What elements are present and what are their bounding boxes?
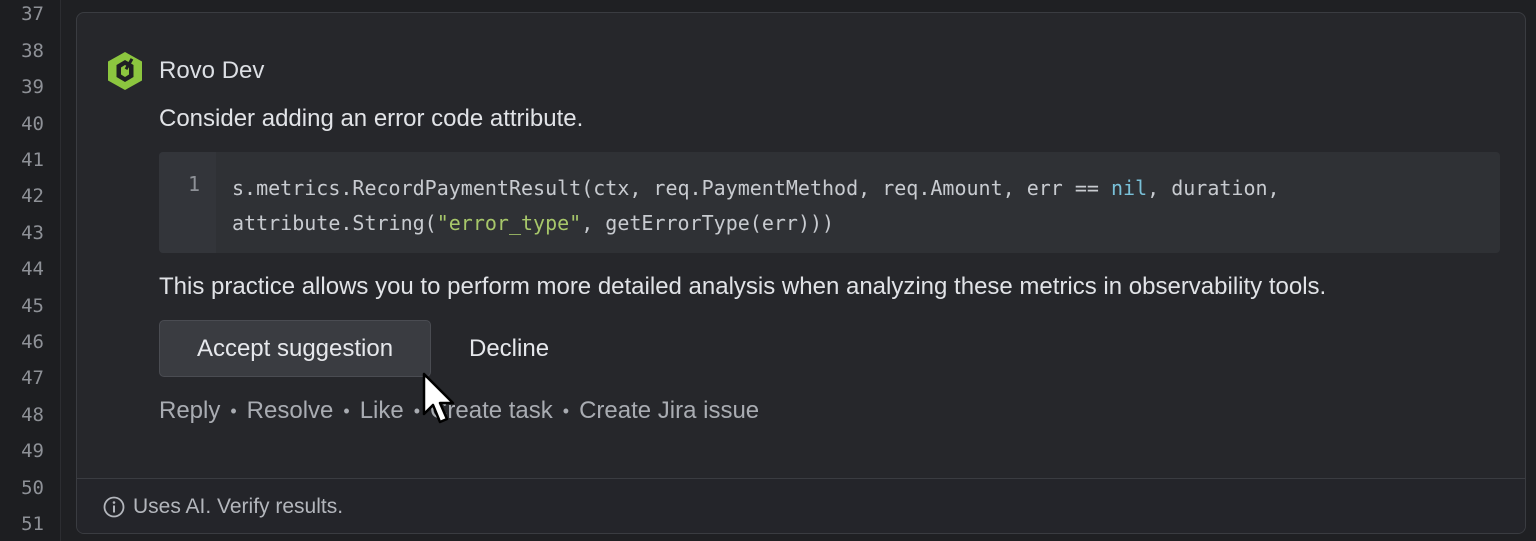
line-number-gutter: 37 38 39 40 41 42 43 44 45 46 47 48 49 5…	[0, 0, 61, 541]
line-number: 45	[21, 295, 44, 317]
comment-header: Rovo Dev	[105, 51, 264, 91]
code-text: , getErrorType(err)))	[581, 211, 835, 235]
decline-button[interactable]: Decline	[455, 320, 563, 377]
accept-suggestion-button[interactable]: Accept suggestion	[159, 320, 431, 377]
info-icon	[103, 496, 125, 518]
code-content: s.metrics.RecordPaymentResult(ctx, req.P…	[232, 171, 1280, 241]
action-separator: •	[413, 400, 421, 421]
line-number: 51	[21, 513, 44, 535]
author-name: Rovo Dev	[159, 57, 265, 84]
code-suggestion-block: 1 s.metrics.RecordPaymentResult(ctx, req…	[159, 152, 1500, 253]
comment-message: Consider adding an error code attribute.	[159, 105, 584, 132]
mouse-pointer-icon	[422, 372, 455, 424]
code-line-1: s.metrics.RecordPaymentResult(ctx, req.P…	[232, 176, 1280, 200]
code-text: s.metrics.RecordPaymentResult(ctx, req.P…	[232, 176, 1111, 200]
line-number: 46	[21, 331, 44, 353]
line-number: 49	[21, 440, 44, 462]
code-line-2: attribute.String("error_type", getErrorT…	[232, 211, 834, 235]
like-link[interactable]: Like	[360, 397, 404, 425]
rovo-dev-logo-icon	[108, 52, 142, 90]
editor-view: 37 38 39 40 41 42 43 44 45 46 47 48 49 5…	[0, 0, 1536, 541]
line-number: 42	[21, 185, 44, 207]
code-line-number: 1	[187, 172, 200, 196]
line-number: 40	[21, 113, 44, 135]
action-separator: •	[230, 400, 237, 421]
ai-disclaimer: Uses AI. Verify results.	[103, 495, 343, 519]
code-line-gutter: 1	[159, 152, 216, 253]
ai-disclaimer-footer: Uses AI. Verify results.	[77, 478, 1525, 533]
comment-explanation: This practice allows you to perform more…	[159, 273, 1327, 300]
line-number: 44	[21, 258, 44, 280]
resolve-link[interactable]: Resolve	[247, 397, 334, 425]
line-number: 39	[21, 76, 44, 98]
line-number: 43	[21, 222, 44, 244]
code-string: "error_type"	[436, 211, 582, 235]
comment-actions: Reply • Resolve • Like • Create task • C…	[159, 397, 759, 425]
line-number: 50	[21, 477, 44, 499]
code-keyword: nil	[1111, 176, 1148, 200]
ai-comment-card: Rovo Dev Consider adding an error code a…	[76, 12, 1526, 534]
line-number: 48	[21, 404, 44, 426]
line-number: 41	[21, 149, 44, 171]
action-separator: •	[562, 400, 570, 421]
reply-link[interactable]: Reply	[159, 397, 220, 425]
action-separator: •	[343, 400, 350, 421]
ai-disclaimer-text: Uses AI. Verify results.	[133, 495, 344, 518]
create-jira-issue-link[interactable]: Create Jira issue	[579, 397, 759, 425]
line-number: 47	[21, 367, 44, 389]
code-text: , duration,	[1147, 176, 1280, 200]
line-number: 38	[21, 40, 44, 62]
line-number: 37	[21, 3, 44, 25]
code-text: attribute.String(	[232, 211, 437, 235]
